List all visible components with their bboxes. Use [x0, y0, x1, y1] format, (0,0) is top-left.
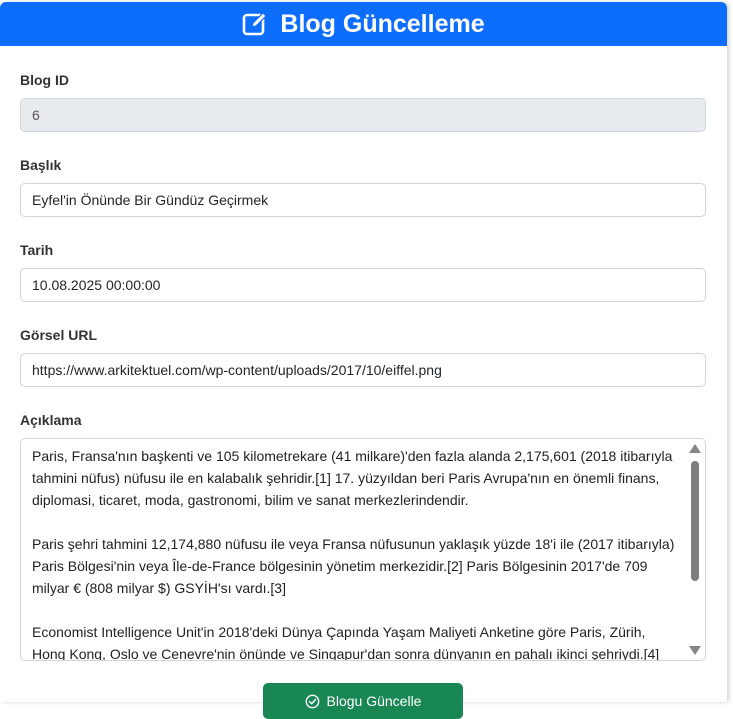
image-url-field[interactable]: https://www.arkitektuel.com/wp-content/u… [20, 353, 706, 387]
title-label: Başlık [20, 157, 62, 173]
description-paragraph: Paris şehri tahmini 12,174,880 nüfusu il… [32, 536, 675, 596]
check-circle-icon [305, 694, 320, 709]
date-label: Tarih [20, 242, 54, 258]
description-paragraph: Economist Intelligence Unit'in 2018'deki… [32, 624, 660, 661]
title-field[interactable]: Eyfel'in Önünde Bir Gündüz Geçirmek [20, 183, 706, 217]
form: Blog ID 6 Başlık Eyfel'in Önünde Bir Gün… [0, 46, 727, 719]
description-paragraph: Paris, Fransa'nın başkenti ve 105 kilome… [32, 448, 673, 508]
description-text: Paris, Fransa'nın başkenti ve 105 kilome… [32, 445, 675, 661]
update-blog-button[interactable]: Blogu Güncelle [263, 683, 463, 719]
submit-row: Blogu Güncelle [20, 683, 706, 719]
description-textarea[interactable]: Paris, Fransa'nın başkenti ve 105 kilome… [20, 438, 706, 661]
blog-id-label: Blog ID [20, 72, 69, 88]
scroll-down-arrow-icon[interactable] [689, 646, 701, 655]
image-url-value: https://www.arkitektuel.com/wp-content/u… [32, 362, 442, 378]
date-value: 10.08.2025 00:00:00 [32, 277, 161, 293]
date-field[interactable]: 10.08.2025 00:00:00 [20, 268, 706, 302]
blog-id-value: 6 [32, 107, 40, 123]
card-header: Blog Güncelleme [0, 2, 727, 46]
scroll-up-arrow-icon[interactable] [689, 444, 701, 453]
page-title-text: Blog Güncelleme [280, 9, 485, 38]
scroll-thumb[interactable] [691, 461, 699, 581]
blog-id-field[interactable]: 6 [20, 98, 706, 132]
description-scrollbar[interactable] [688, 442, 702, 657]
update-blog-button-label: Blogu Güncelle [326, 693, 422, 709]
blog-update-card: Blog Güncelleme Blog ID 6 Başlık Eyfel'i… [0, 2, 727, 719]
page-title: Blog Güncelleme [242, 9, 485, 39]
description-label: Açıklama [20, 412, 82, 428]
title-value: Eyfel'in Önünde Bir Gündüz Geçirmek [32, 192, 269, 208]
image-url-label: Görsel URL [20, 327, 98, 343]
edit-icon [242, 11, 268, 37]
